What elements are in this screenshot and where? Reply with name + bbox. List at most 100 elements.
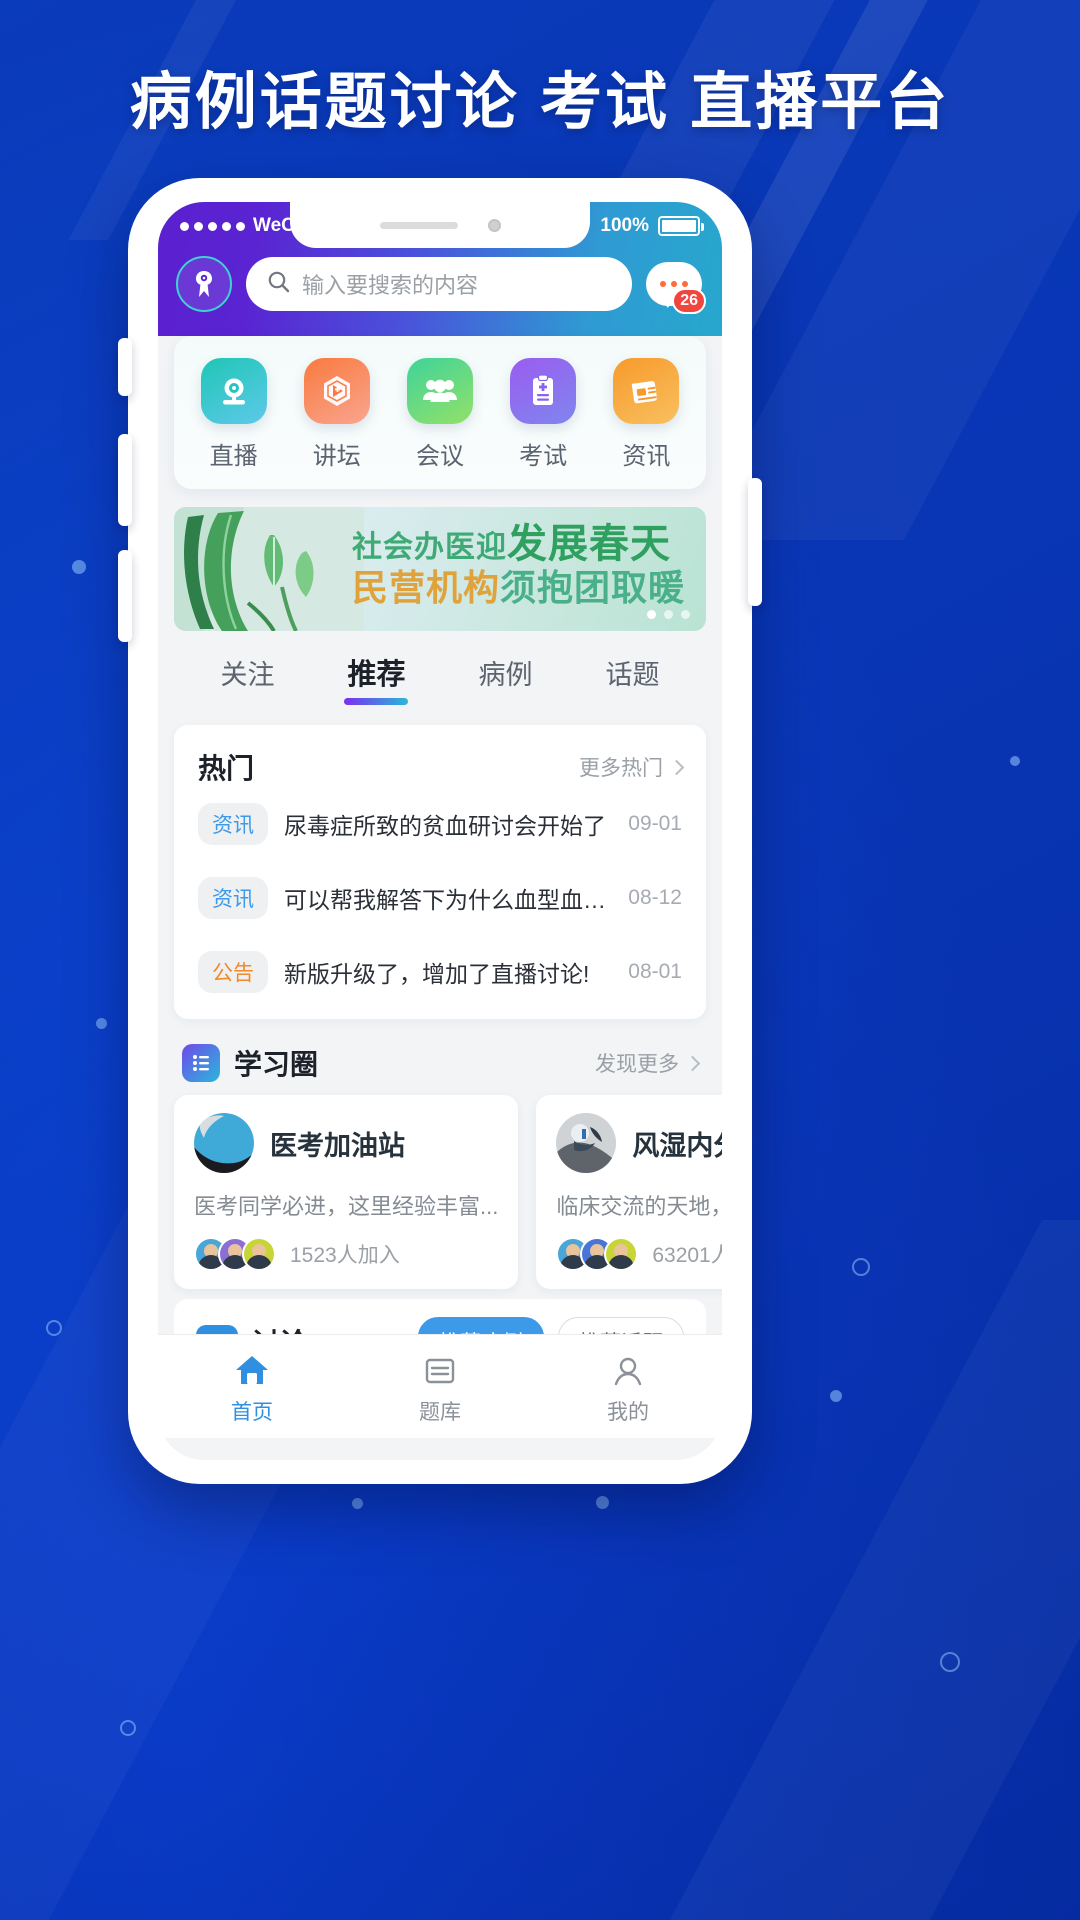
study-circle-desc: 临床交流的天地，分享知识 [556,1194,722,1219]
bottom-navigation: 首页 题库 我的 [158,1334,722,1438]
hot-item-tag: 公告 [198,951,268,993]
hot-list-item[interactable]: 资讯 尿毒症所致的贫血研讨会开始了 09-01 [198,787,682,861]
app-body: 直播 讲坛 会议 考试 资讯 社会办医迎发展春天 民营机构须抱团取暖 关注 推荐… [158,336,722,1438]
study-circle-members: 63201人加入 [652,1244,722,1267]
bg-dot [1010,756,1020,766]
banner-line1-emphasis: 发展春天 [507,522,671,566]
quick-nav-label: 考试 [519,443,568,470]
hot-item-title: 新版升级了，增加了直播讨论! [284,961,590,987]
search-icon [266,269,292,300]
phone-mockup: WeCha 100% 输入要搜索的内容 26 直播 讲坛 会议 考试 资讯 社会… [118,178,762,1484]
hot-card: 热门 更多热门 资讯 尿毒症所致的贫血研讨会开始了 09-01 资讯 可以帮我解… [174,725,706,1019]
phone-button-power [748,478,762,606]
camera-icon [200,358,267,424]
search-placeholder: 输入要搜索的内容 [302,273,479,298]
hot-item-tag: 资讯 [198,803,268,845]
hot-more-button[interactable]: 更多热门 [579,752,685,782]
battery-icon [658,216,704,236]
study-circle-more-label: 发现更多 [595,1053,679,1076]
quick-nav-label: 讲坛 [312,443,361,470]
messages-button[interactable]: 26 [646,256,706,314]
quick-nav-item-exam[interactable]: 考试 [497,358,589,471]
avatar [194,1113,254,1173]
clipboard-plus-icon [510,358,577,424]
bg-dot [96,1018,107,1029]
avatar [604,1237,639,1271]
bg-dot [830,1390,842,1402]
phone-notch [290,202,590,248]
study-circle-more-button[interactable]: 发现更多 [595,1048,701,1078]
study-circle-card[interactable]: 风湿内分泌科 临床交流的天地，分享知识 63201人加入 [536,1095,722,1289]
banner-leaf-illustration [174,507,364,631]
hot-list-item[interactable]: 公告 新版升级了，增加了直播讨论! 08-01 [198,935,682,1009]
quick-nav-item-meeting[interactable]: 会议 [394,358,486,471]
hot-item-title: 尿毒症所致的贫血研讨会开始了 [284,813,606,839]
phone-button-volume-up [118,434,132,526]
chevron-right-icon [684,1055,701,1071]
front-camera-icon [487,218,501,232]
bg-ring [120,1720,136,1736]
study-circle-members: 1523人加入 [290,1244,400,1267]
tab-topics[interactable]: 话题 [605,653,659,704]
hot-card-header: 热门 更多热门 [198,747,685,787]
chevron-right-icon [668,759,685,775]
quick-nav-item-news[interactable]: 资讯 [600,358,692,471]
hot-item-tag: 资讯 [198,877,268,919]
member-avatars [556,1237,639,1271]
earpiece-speaker [379,221,458,229]
nav-item-profile[interactable]: 我的 [558,1348,698,1426]
banner-line2-prefix: 民营机构 [352,567,501,609]
hot-list-item[interactable]: 资讯 可以帮我解答下为什么血型血型选选D... 08-12 [198,861,682,935]
avatar [242,1237,276,1271]
app-logo-icon[interactable] [176,256,232,312]
messages-badge: 26 [672,288,706,314]
avatar [556,1113,617,1173]
bg-dot [352,1498,363,1509]
nav-label: 我的 [607,1400,649,1424]
nav-item-home[interactable]: 首页 [182,1348,322,1426]
hot-more-label: 更多热门 [579,757,663,780]
tab-cases[interactable]: 病例 [478,653,532,704]
hot-card-title: 热门 [198,753,255,784]
tab-follow[interactable]: 关注 [220,653,274,704]
study-circle-card[interactable]: 医考加油站 医考同学必进，这里经验丰富... 1523人加入 [174,1095,519,1289]
nav-item-question-bank[interactable]: 题库 [370,1348,510,1426]
home-icon [182,1348,322,1394]
quick-nav-label: 资讯 [622,443,671,470]
quick-nav-item-live[interactable]: 直播 [188,358,280,471]
bg-dot [596,1496,609,1509]
study-circle-name: 医考加油站 [270,1130,405,1161]
study-circle-name: 风湿内分泌科 [632,1130,722,1161]
study-circle-desc: 医考同学必进，这里经验丰富... [194,1194,499,1219]
promo-banner[interactable]: 社会办医迎发展春天 民营机构须抱团取暖 [174,507,706,631]
phone-button-mute [118,338,132,396]
poster-headline: 病例话题讨论 考试 直播平台 [129,68,951,137]
quick-nav-card: 直播 讲坛 会议 考试 资讯 [174,336,706,489]
news-icon [613,358,680,424]
banner-line1-prefix: 社会办医迎 [352,531,507,564]
feed-tabs: 关注 推荐 病例 话题 [158,631,722,717]
video-play-hexagon-icon [303,358,370,424]
bg-ring [940,1652,960,1672]
battery-label: 100% [600,215,649,236]
hot-item-date: 09-01 [628,812,682,835]
bg-ring [852,1258,870,1276]
list-icon [182,1044,220,1082]
nav-label: 题库 [419,1400,461,1424]
hot-item-date: 08-12 [628,886,682,909]
banner-pagination-dots[interactable] [647,610,690,619]
people-group-icon [406,358,473,424]
quick-nav-item-forum[interactable]: 讲坛 [291,358,383,471]
quick-nav-label: 直播 [209,443,258,470]
study-circle-list[interactable]: 医考加油站 医考同学必进，这里经验丰富... 1523人加入 风湿内 临床交流的… [158,1095,722,1289]
hot-item-date: 08-01 [628,960,682,983]
search-input[interactable]: 输入要搜索的内容 [246,257,632,311]
tab-recommend[interactable]: 推荐 [347,651,405,705]
quick-nav-label: 会议 [415,443,464,470]
study-circle-title: 学习圈 [234,1049,319,1080]
bg-ring [46,1320,62,1336]
member-avatars [194,1237,276,1271]
hot-item-title: 可以帮我解答下为什么血型血型选选D... [284,887,612,913]
phone-screen: WeCha 100% 输入要搜索的内容 26 直播 讲坛 会议 考试 资讯 社会… [158,202,722,1460]
search-row: 输入要搜索的内容 26 [158,250,722,314]
